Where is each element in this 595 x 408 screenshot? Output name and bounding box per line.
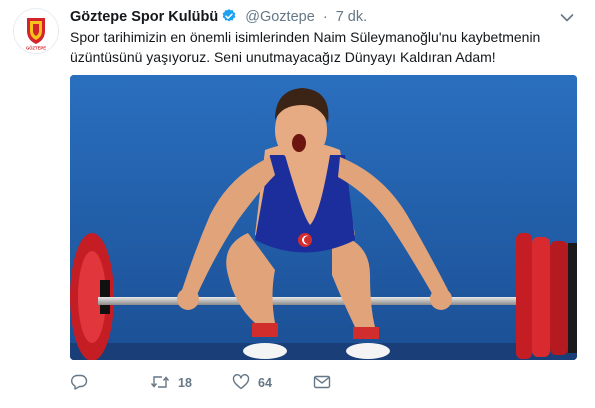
envelope-icon bbox=[313, 374, 331, 393]
display-name[interactable]: Göztepe Spor Kulübü bbox=[70, 9, 218, 25]
handle[interactable]: @Goztepe bbox=[245, 9, 315, 25]
direct-message-button[interactable] bbox=[313, 372, 331, 394]
reply-icon bbox=[70, 374, 88, 393]
retweet-button[interactable]: 18 bbox=[150, 372, 192, 394]
like-button[interactable]: 64 bbox=[232, 372, 272, 394]
timestamp[interactable]: 7 dk. bbox=[336, 9, 367, 25]
separator-dot: · bbox=[322, 9, 328, 25]
chevron-down-icon[interactable] bbox=[560, 10, 574, 22]
heart-icon bbox=[232, 373, 250, 393]
tweet-header: Göztepe Spor Kulübü @Goztepe · 7 dk. bbox=[70, 8, 560, 26]
retweet-count: 18 bbox=[178, 376, 192, 390]
reply-button[interactable] bbox=[70, 372, 96, 394]
avatar-text: GÖZTEPE bbox=[26, 46, 46, 51]
tweet-text: Spor tarihimizin en önemli isimlerinden … bbox=[70, 29, 541, 65]
like-count: 64 bbox=[258, 376, 272, 390]
retweet-icon bbox=[150, 374, 170, 393]
goztepe-logo-icon: GÖZTEPE bbox=[14, 9, 58, 53]
tweet-actions: 18 64 bbox=[70, 372, 430, 396]
weightlifter-photo bbox=[70, 75, 577, 360]
tweet-photo[interactable] bbox=[70, 75, 577, 360]
avatar[interactable]: GÖZTEPE bbox=[13, 8, 59, 54]
verified-badge-icon bbox=[221, 8, 237, 28]
tweet-card[interactable]: GÖZTEPE Göztepe Spor Kulübü @Goztepe · 7… bbox=[0, 0, 595, 408]
